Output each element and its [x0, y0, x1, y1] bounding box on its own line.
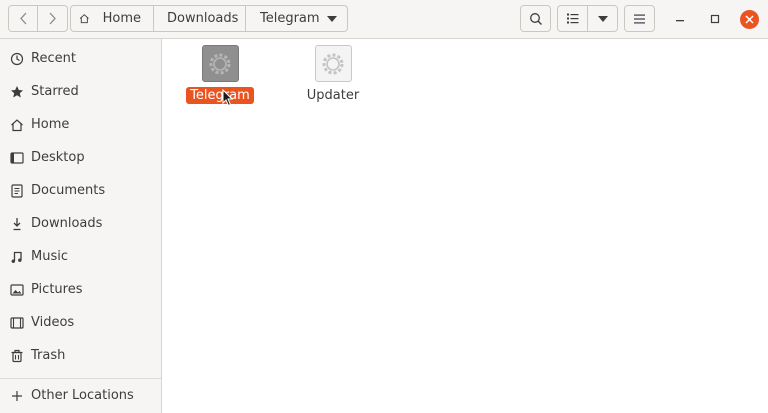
sidebar-item-documents[interactable]: Documents	[0, 174, 161, 207]
sidebar-item-starred[interactable]: Starred	[0, 75, 161, 108]
sidebar-item-label: Home	[31, 117, 70, 132]
main-menu-button[interactable]	[624, 5, 655, 32]
download-icon	[10, 217, 24, 231]
view-options-dropdown[interactable]	[588, 5, 618, 32]
file-item-telegram[interactable]: Telegram	[170, 45, 270, 104]
breadcrumb-home-label: Home	[102, 11, 141, 26]
mouse-pointer-icon	[222, 89, 234, 107]
file-item-updater[interactable]: Updater	[283, 45, 383, 104]
breadcrumb-telegram-label: Telegram	[260, 11, 320, 26]
maximize-button[interactable]	[706, 10, 724, 28]
sidebar-item-other-locations[interactable]: Other Locations	[0, 379, 161, 412]
hamburger-menu-icon	[634, 14, 645, 23]
document-icon	[10, 183, 24, 198]
sidebar-item-downloads[interactable]: Downloads	[0, 207, 161, 240]
sidebar-item-recent[interactable]: Recent	[0, 42, 161, 75]
chevron-left-icon	[19, 12, 26, 25]
file-name-label: Updater	[306, 88, 360, 103]
forward-button[interactable]	[38, 5, 68, 32]
back-button[interactable]	[8, 5, 38, 32]
search-button[interactable]	[520, 5, 551, 32]
maximize-icon	[710, 14, 720, 24]
places-sidebar: Recent Starred Home Desktop Documents Do…	[0, 39, 162, 413]
breadcrumb-telegram[interactable]: Telegram	[246, 6, 347, 31]
executable-gear-icon	[314, 45, 352, 82]
desktop-icon	[10, 151, 24, 165]
star-icon	[10, 85, 24, 99]
home-icon	[79, 14, 89, 24]
picture-icon	[10, 283, 24, 297]
search-icon	[529, 12, 542, 25]
sidebar-item-videos[interactable]: Videos	[0, 306, 161, 339]
sidebar-item-label: Recent	[31, 51, 76, 66]
close-icon	[745, 15, 754, 24]
list-view-button[interactable]	[557, 5, 588, 32]
sidebar-item-label: Trash	[31, 348, 66, 363]
file-view[interactable]: Telegram Updater	[162, 39, 768, 413]
list-view-icon	[566, 13, 578, 24]
header-bar: Home Downloads Telegram	[0, 0, 768, 39]
sidebar-item-trash[interactable]: Trash	[0, 339, 161, 372]
navigation-buttons	[8, 5, 68, 32]
sidebar-item-label: Downloads	[31, 216, 103, 231]
sidebar-item-label: Starred	[31, 84, 79, 99]
path-bar: Home Downloads Telegram	[70, 5, 348, 32]
sidebar-item-label: Pictures	[31, 282, 83, 297]
minimize-icon	[676, 20, 684, 22]
sidebar-item-label: Other Locations	[31, 388, 134, 403]
sidebar-item-label: Videos	[31, 315, 75, 330]
view-toggle-group	[557, 5, 618, 32]
music-icon	[10, 250, 24, 264]
caret-down-icon	[597, 15, 608, 22]
close-button[interactable]	[740, 10, 759, 29]
sidebar-item-pictures[interactable]: Pictures	[0, 273, 161, 306]
trash-icon	[10, 349, 24, 363]
sidebar-item-label: Music	[31, 249, 68, 264]
minimize-button[interactable]	[671, 10, 689, 28]
breadcrumb-downloads-label: Downloads	[167, 11, 239, 26]
sidebar-item-home[interactable]: Home	[0, 108, 161, 141]
sidebar-item-label: Desktop	[31, 150, 85, 165]
sidebar-item-music[interactable]: Music	[0, 240, 161, 273]
breadcrumb-home[interactable]: Home	[71, 6, 154, 31]
sidebar-item-label: Documents	[31, 183, 106, 198]
sidebar-item-desktop[interactable]: Desktop	[0, 141, 161, 174]
video-icon	[10, 316, 24, 330]
breadcrumb-downloads[interactable]: Downloads	[154, 6, 246, 31]
plus-icon	[10, 389, 24, 403]
clock-icon	[10, 52, 24, 66]
home-icon	[10, 118, 24, 132]
caret-down-icon	[327, 16, 337, 22]
executable-gear-icon	[201, 45, 239, 82]
file-name-label: Telegram	[186, 87, 254, 104]
chevron-right-icon	[49, 12, 56, 25]
